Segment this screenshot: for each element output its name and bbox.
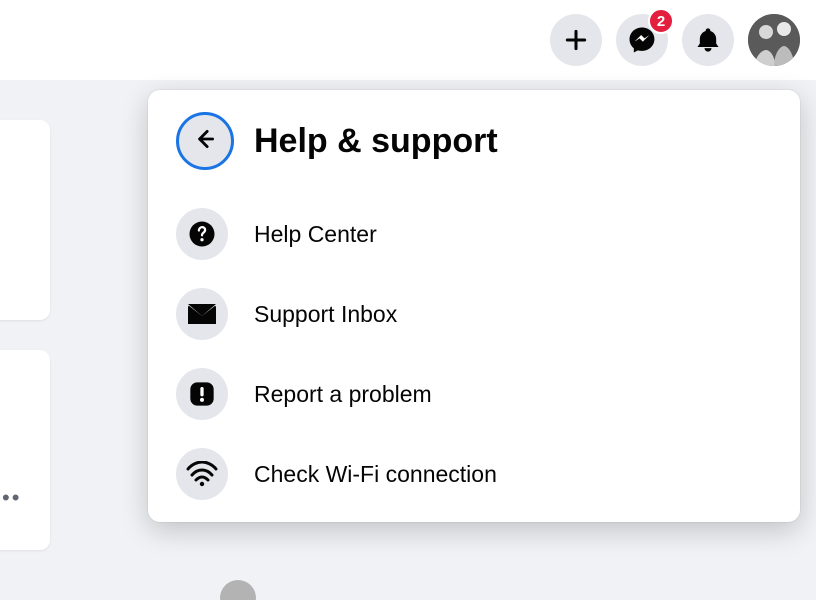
- avatar-image: [748, 14, 800, 66]
- menu-item-report-problem[interactable]: Report a problem: [160, 354, 788, 434]
- ellipsis-icon: ••: [2, 485, 21, 511]
- create-button[interactable]: [550, 14, 602, 66]
- menu-item-label: Help Center: [254, 221, 377, 248]
- wifi-icon: [176, 448, 228, 500]
- menu-item-label: Report a problem: [254, 381, 432, 408]
- background-card: [0, 350, 50, 550]
- envelope-icon: [176, 288, 228, 340]
- background-list-row: [220, 580, 256, 600]
- background-card: [0, 120, 50, 320]
- dropdown-title: Help & support: [254, 122, 498, 161]
- question-circle-icon: [176, 208, 228, 260]
- profile-avatar-button[interactable]: [748, 14, 800, 66]
- menu-item-help-center[interactable]: Help Center: [160, 194, 788, 274]
- help-support-dropdown: Help & support Help Center Support Inbox: [148, 90, 800, 522]
- menu-item-check-wifi[interactable]: Check Wi-Fi connection: [160, 434, 788, 514]
- top-nav-bar: 2: [0, 0, 816, 80]
- plus-icon: [563, 27, 589, 53]
- messenger-badge: 2: [648, 8, 674, 34]
- avatar: [220, 580, 256, 600]
- dropdown-header: Help & support: [160, 106, 788, 194]
- menu-item-label: Support Inbox: [254, 301, 397, 328]
- messenger-button[interactable]: 2: [616, 14, 668, 66]
- menu-item-label: Check Wi-Fi connection: [254, 461, 497, 488]
- menu-item-support-inbox[interactable]: Support Inbox: [160, 274, 788, 354]
- back-button[interactable]: [176, 112, 234, 170]
- bell-icon: [694, 26, 722, 54]
- arrow-left-icon: [192, 126, 218, 157]
- notifications-button[interactable]: [682, 14, 734, 66]
- exclamation-square-icon: [176, 368, 228, 420]
